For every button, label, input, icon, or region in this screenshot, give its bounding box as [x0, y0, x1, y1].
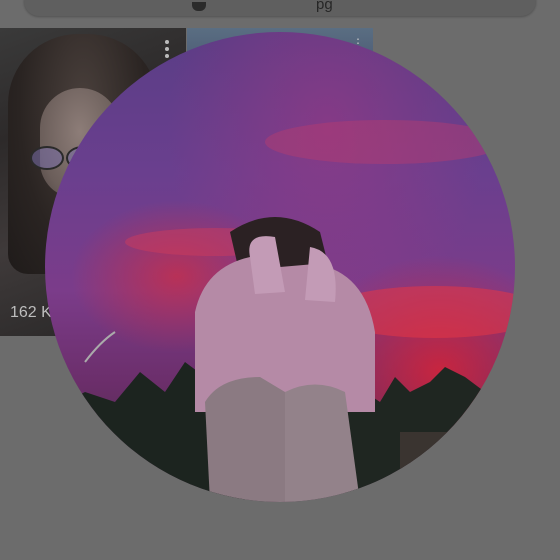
- profile-photo-enlarged: [45, 32, 515, 502]
- user-icon: [192, 2, 206, 11]
- profile-photo-scene: [45, 120, 515, 502]
- top-search-pill[interactable]: pg: [24, 0, 536, 16]
- top-pill-text: pg: [316, 0, 333, 13]
